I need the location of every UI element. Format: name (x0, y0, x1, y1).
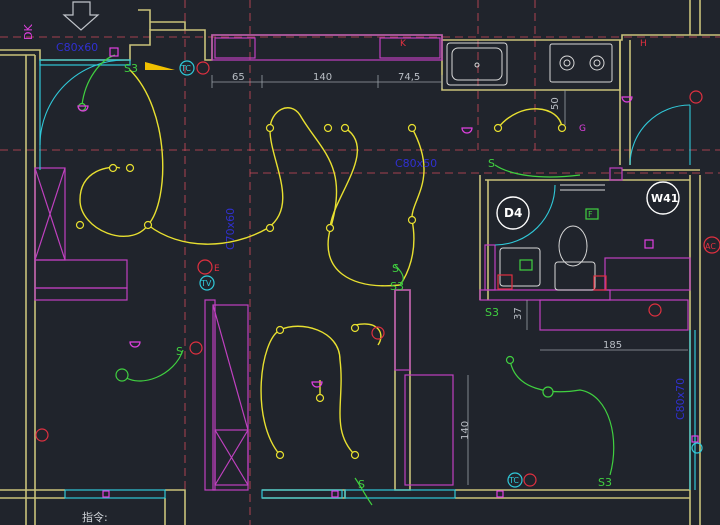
s3-label-3: S3 (598, 476, 612, 489)
s3-label-4: S3 (390, 280, 404, 293)
door-window-tags (496, 181, 680, 230)
tv-label: TV (200, 279, 212, 288)
g-label: G (579, 124, 586, 134)
dim-65: 65 (232, 72, 245, 83)
h-label: H (640, 39, 647, 49)
s3-label-1: S3 (124, 62, 138, 75)
s3-label-2: S3 (485, 306, 499, 319)
tc-label-bottom: TC (508, 476, 519, 485)
door-label-right: C80x70 (674, 378, 687, 420)
lighting-points (75, 123, 567, 460)
dk-label: DK (22, 24, 35, 40)
s-label-2: S (488, 157, 495, 170)
d4-label: D4 (504, 206, 522, 220)
floor-plan-drawing[interactable]: 65 140 74,5 50 37 185 140 DK C80x60 C80x… (0, 0, 720, 525)
door-label-mid: C80x50 (395, 157, 437, 170)
k-label: K (400, 39, 407, 49)
drawing-labels: DK C80x60 C80x50 C70x60 C80x70 D4 W41 TC… (22, 24, 716, 491)
dim-74: 74,5 (398, 72, 420, 83)
e-label: E (214, 264, 220, 274)
command-prompt[interactable]: 指令: (82, 509, 108, 525)
dim-140: 140 (313, 72, 332, 83)
switch-wiring (81, 54, 615, 506)
door-label-left: C70x60 (224, 208, 237, 250)
s-label-3: S (392, 262, 399, 275)
ac-label: AC (705, 242, 716, 251)
entrance-arrow (62, 1, 100, 31)
f-label: F (588, 210, 593, 219)
tv-outlets (179, 60, 703, 488)
s-label-1: S (176, 345, 183, 358)
distribution-symbols (35, 61, 720, 487)
dimension-lines (211, 75, 688, 485)
windows (39, 59, 696, 499)
w41-label: W41 (651, 192, 678, 205)
dim-37: 37 (513, 307, 524, 320)
dim-140-vertical: 140 (460, 421, 471, 440)
tc-label-top: TC (180, 64, 191, 73)
dim-185: 185 (603, 340, 622, 351)
kitchen-fixtures (446, 42, 613, 86)
dim-50: 50 (550, 97, 561, 110)
switch-points (77, 102, 599, 398)
s-label-4: S (358, 478, 365, 491)
flag-marker (145, 62, 175, 70)
door-label-top: C80x60 (56, 41, 98, 54)
